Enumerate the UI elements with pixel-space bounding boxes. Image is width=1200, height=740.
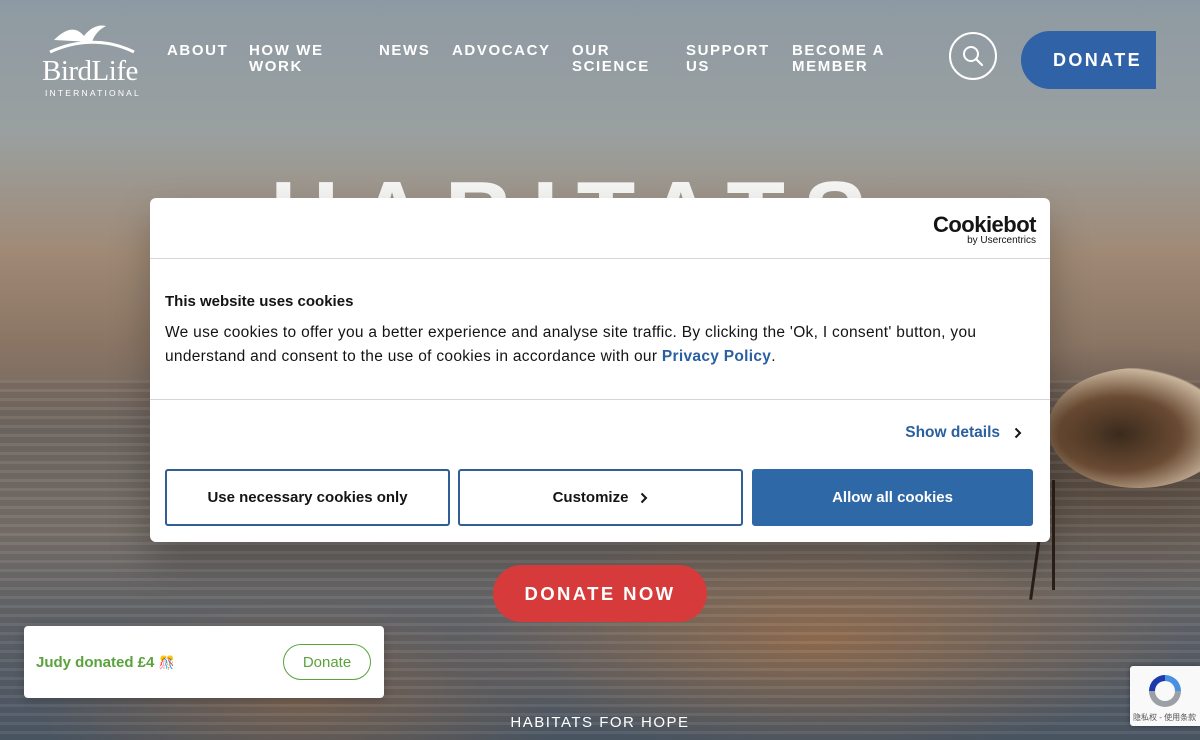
search-icon	[963, 46, 984, 67]
cookiebot-logo: Cookiebot by Usercentrics	[933, 212, 1037, 246]
recaptcha-icon	[1149, 675, 1181, 707]
chevron-right-icon	[641, 492, 648, 503]
necessary-cookies-button[interactable]: Use necessary cookies only	[165, 469, 450, 526]
customize-label: Customize	[552, 489, 629, 506]
show-details-label: Show details	[905, 424, 1000, 441]
nav-how-we-work[interactable]: HOW WE WORK	[249, 43, 349, 75]
nav-about[interactable]: ABOUT	[167, 43, 228, 59]
confetti-icon: 🎊	[158, 655, 175, 670]
donation-toast: Judy donated £4 🎊 Donate	[24, 626, 384, 698]
recaptcha-terms[interactable]: 隐私权 - 使用条款	[1133, 712, 1196, 723]
cookie-body: We use cookies to offer you a better exp…	[165, 321, 1025, 369]
dialog-divider	[150, 399, 1050, 400]
cookie-body-text: We use cookies to offer you a better exp…	[165, 324, 977, 365]
logo-subtext: INTERNATIONAL	[45, 88, 141, 98]
nav-become-a-member[interactable]: BECOME A MEMBER	[792, 43, 892, 75]
cookie-heading: This website uses cookies	[165, 293, 354, 310]
nav-support-us[interactable]: SUPPORT US	[686, 43, 776, 75]
chevron-right-icon	[1014, 427, 1022, 439]
recaptcha-badge[interactable]: 隐私权 - 使用条款	[1130, 666, 1200, 726]
donation-message: Judy donated £4	[36, 654, 155, 671]
search-button[interactable]	[949, 32, 997, 80]
allow-all-cookies-button[interactable]: Allow all cookies	[752, 469, 1033, 526]
privacy-policy-link[interactable]: Privacy Policy	[662, 348, 771, 365]
necessary-cookies-label: Use necessary cookies only	[207, 489, 408, 506]
allow-all-label: Allow all cookies	[832, 489, 953, 506]
bird-logo-icon	[49, 25, 135, 54]
bird-leg	[1052, 480, 1055, 590]
birdlife-logo[interactable]: BirdLife INTERNATIONAL	[42, 22, 146, 100]
dialog-divider	[150, 258, 1050, 259]
nav-news[interactable]: NEWS	[379, 43, 430, 59]
cookie-dialog: Cookiebot by Usercentrics This website u…	[150, 198, 1050, 542]
donation-toast-text: Judy donated £4 🎊	[36, 654, 175, 671]
cookie-body-end: .	[771, 348, 776, 365]
show-details-link[interactable]: Show details	[905, 424, 1022, 442]
nav-advocacy[interactable]: ADVOCACY	[452, 43, 551, 59]
logo-text: BirdLife	[42, 55, 138, 87]
donate-now-button[interactable]: DONATE NOW	[493, 565, 707, 622]
nav-our-science[interactable]: OUR SCIENCE	[572, 43, 662, 75]
customize-button[interactable]: Customize	[458, 469, 743, 526]
hero-title: HABITATS	[270, 170, 930, 200]
toast-donate-button[interactable]: Donate	[283, 644, 371, 680]
donate-button[interactable]: DONATE	[1021, 31, 1156, 89]
hero-subtitle: HABITATS FOR HOPE	[510, 714, 690, 731]
